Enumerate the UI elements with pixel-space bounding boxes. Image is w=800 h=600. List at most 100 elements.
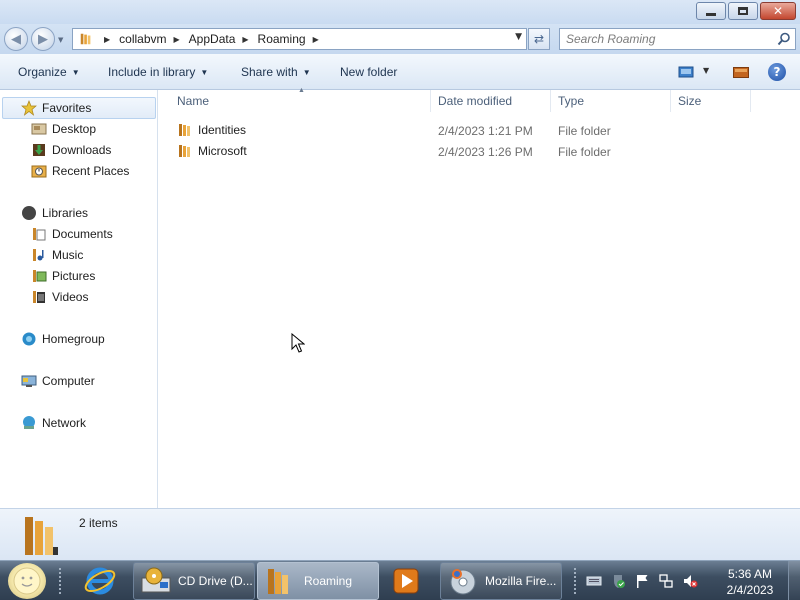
share-with-menu[interactable]: Share with ▼ <box>241 65 311 79</box>
breadcrumb-separator-icon[interactable]: ▶ <box>104 35 110 44</box>
search-icon[interactable] <box>777 32 791 46</box>
media-player-button[interactable] <box>386 563 426 599</box>
folder-icon <box>268 569 288 594</box>
file-type: File folder <box>558 124 611 138</box>
nav-recent-places[interactable]: Recent Places <box>31 163 129 179</box>
documents-icon <box>33 228 46 241</box>
volume-muted-icon[interactable] <box>682 573 698 589</box>
file-row[interactable]: Microsoft 2/4/2023 1:26 PM File folder <box>177 141 777 161</box>
recent-places-icon <box>31 165 47 178</box>
navigation-pane: Favorites Desktop Downloads Recent Place… <box>0 90 158 508</box>
media-player-icon <box>393 568 419 594</box>
maximize-button[interactable] <box>728 2 758 20</box>
column-header-name[interactable]: Name ▲ <box>159 87 431 112</box>
nav-documents[interactable]: Documents <box>31 226 113 242</box>
nav-libraries[interactable]: Libraries <box>21 205 88 221</box>
include-in-library-menu[interactable]: Include in library ▼ <box>108 65 208 79</box>
taskbar-cd-drive[interactable]: CD Drive (D... <box>133 562 255 600</box>
firefox-setup-icon <box>450 569 476 595</box>
column-header-date-modified[interactable]: Date modified <box>431 90 551 112</box>
videos-icon <box>33 291 45 303</box>
column-header-size[interactable]: Size <box>671 90 751 112</box>
forward-arrow-icon: ▶ <box>38 31 48 47</box>
keyboard-icon[interactable] <box>586 573 602 589</box>
address-history-dropdown[interactable]: ▼ <box>515 32 522 42</box>
item-count: 2 items <box>79 516 118 530</box>
clock[interactable]: 5:36 AM 2/4/2023 <box>718 566 782 598</box>
start-button[interactable] <box>8 563 46 599</box>
organize-menu[interactable]: Organize ▼ <box>18 65 80 79</box>
taskbar-roaming[interactable]: Roaming <box>257 562 379 600</box>
action-center-flag-icon[interactable] <box>634 573 650 589</box>
minimize-icon <box>706 12 716 16</box>
help-icon[interactable]: ? <box>768 63 786 81</box>
window-title-bar[interactable]: ✕ <box>0 0 800 24</box>
recent-pages-dropdown[interactable]: ▼ <box>58 36 63 44</box>
nav-network[interactable]: Network <box>21 415 86 431</box>
computer-icon <box>21 375 37 387</box>
search-input[interactable] <box>560 29 760 49</box>
forward-button[interactable]: ▶ <box>31 27 55 51</box>
address-bar-row: ◀ ▶ ▼ ▶ collabvm ▶ AppData ▶ Roaming ▶ ▼… <box>0 24 800 54</box>
folder-icon <box>179 145 190 157</box>
back-arrow-icon: ◀ <box>11 31 21 47</box>
change-view-icon[interactable] <box>678 66 694 78</box>
breadcrumb-separator-icon[interactable]: ▶ <box>313 35 319 44</box>
chevron-down-icon: ▼ <box>71 68 80 77</box>
taskbar-mozilla-firefox[interactable]: Mozilla Fire... <box>440 562 562 600</box>
nav-computer[interactable]: Computer <box>21 373 95 389</box>
desktop-icon <box>31 123 47 135</box>
sort-ascending-icon: ▲ <box>298 87 305 94</box>
network-status-icon[interactable] <box>658 573 674 589</box>
nav-homegroup[interactable]: Homegroup <box>21 331 105 347</box>
start-orb-icon <box>13 567 41 595</box>
internet-explorer-button[interactable] <box>80 563 120 599</box>
taskbar-grip[interactable] <box>58 567 62 595</box>
breadcrumb-collabvm[interactable]: collabvm <box>119 32 166 46</box>
chevron-down-icon: ▼ <box>200 68 209 77</box>
nav-pictures[interactable]: Pictures <box>31 268 95 284</box>
file-row[interactable]: Identities 2/4/2023 1:21 PM File folder <box>177 120 777 140</box>
libraries-icon <box>22 206 36 220</box>
file-name: Microsoft <box>198 144 247 158</box>
command-bar: Organize ▼ Include in library ▼ Share with… <box>0 54 800 90</box>
breadcrumb-separator-icon[interactable]: ▶ <box>242 35 248 44</box>
nav-music[interactable]: Music <box>31 247 83 263</box>
star-icon <box>21 100 37 116</box>
taskbar: CD Drive (D... Roaming Mozilla Fire... 5… <box>0 560 800 600</box>
details-pane: 2 items <box>0 508 800 560</box>
file-name: Identities <box>198 123 247 137</box>
nav-videos[interactable]: Videos <box>31 289 88 305</box>
nav-desktop[interactable]: Desktop <box>31 121 96 137</box>
nav-favorites[interactable]: Favorites <box>2 97 156 119</box>
file-type: File folder <box>558 145 611 159</box>
network-icon <box>23 416 35 429</box>
clock-date: 2/4/2023 <box>726 583 774 597</box>
breadcrumb-separator-icon[interactable]: ▶ <box>174 35 180 44</box>
restore-icon <box>738 7 748 15</box>
new-folder-button[interactable]: New folder <box>340 65 397 79</box>
pictures-icon <box>33 270 47 282</box>
nav-downloads[interactable]: Downloads <box>31 142 111 158</box>
chevron-down-icon: ▼ <box>302 68 311 77</box>
antivirus-shield-icon[interactable] <box>610 573 626 589</box>
column-header-type[interactable]: Type <box>551 90 671 112</box>
music-icon <box>33 249 44 261</box>
back-button[interactable]: ◀ <box>4 27 28 51</box>
mouse-cursor-icon <box>291 333 305 353</box>
close-button[interactable]: ✕ <box>760 2 796 20</box>
refresh-button[interactable]: ⇄ <box>528 28 550 50</box>
search-box[interactable] <box>559 28 796 50</box>
breadcrumb-appdata[interactable]: AppData <box>189 32 236 46</box>
close-icon: ✕ <box>772 4 784 18</box>
minimize-button[interactable] <box>696 2 726 20</box>
tray-grip[interactable] <box>573 567 577 595</box>
address-bar[interactable]: ▶ collabvm ▶ AppData ▶ Roaming ▶ ▼ <box>72 28 527 50</box>
view-options-dropdown[interactable]: ▼ <box>703 66 709 75</box>
homegroup-icon <box>22 332 36 346</box>
breadcrumb-roaming[interactable]: Roaming <box>258 32 306 46</box>
show-desktop-button[interactable] <box>788 561 800 600</box>
folder-icon <box>80 33 91 45</box>
internet-explorer-icon <box>84 567 116 595</box>
preview-pane-icon[interactable] <box>733 67 749 78</box>
